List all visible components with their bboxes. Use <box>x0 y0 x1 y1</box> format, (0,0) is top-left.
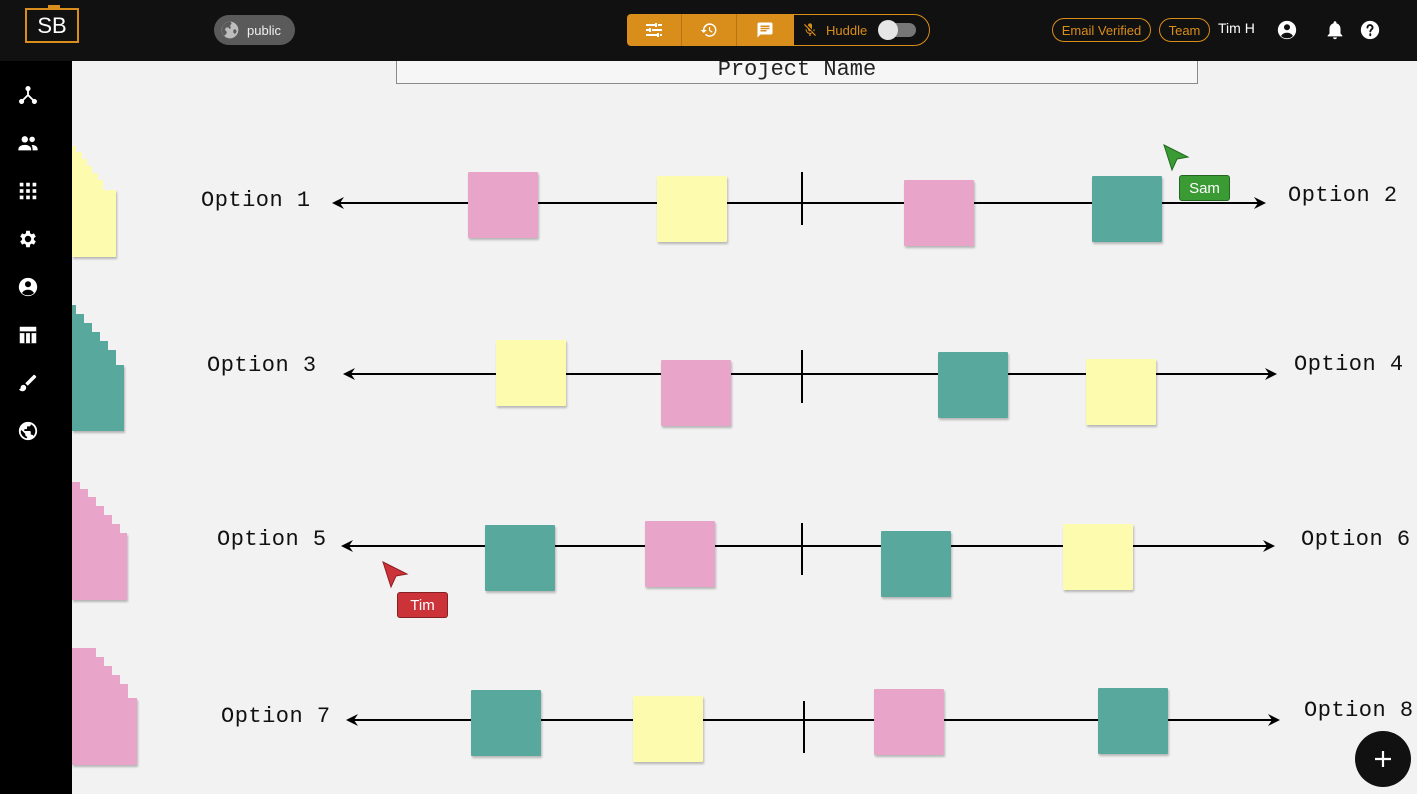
option-label-left-3[interactable]: Option 5 <box>217 527 327 552</box>
toggle-knob <box>878 20 898 40</box>
team-badge[interactable]: Team <box>1159 18 1210 42</box>
sticky-note[interactable] <box>645 521 715 587</box>
cursor-arrow-icon <box>382 561 409 589</box>
email-verified-badge: Email Verified <box>1052 18 1151 42</box>
brush-icon[interactable] <box>17 372 39 394</box>
sticky-note[interactable] <box>471 690 541 756</box>
user-name[interactable]: Tim H <box>1218 20 1255 36</box>
cursor-arrow-icon <box>1163 144 1190 172</box>
option-label-right-3[interactable]: Option 6 <box>1301 527 1411 552</box>
sticky-note[interactable] <box>1086 359 1156 425</box>
sticky-note[interactable] <box>1092 176 1162 242</box>
huddle-toggle[interactable] <box>878 20 916 40</box>
app-logo[interactable]: SB <box>25 8 79 43</box>
cursor-label-tim: Tim <box>397 592 448 618</box>
chat-button[interactable] <box>737 14 792 46</box>
visibility-label: public <box>247 22 281 38</box>
sticky-note[interactable] <box>881 531 951 597</box>
option-label-right-4[interactable]: Option 8 <box>1304 698 1414 723</box>
sticky-note[interactable] <box>468 172 538 238</box>
hierarchy-icon[interactable] <box>17 84 39 106</box>
gear-icon[interactable] <box>17 228 39 250</box>
option-label-right-2[interactable]: Option 4 <box>1294 352 1404 377</box>
globe-icon <box>221 21 239 39</box>
sticky-note[interactable] <box>485 525 555 591</box>
huddle-label: Huddle <box>826 22 868 38</box>
option-label-left-4[interactable]: Option 7 <box>221 704 331 729</box>
globe-icon[interactable] <box>17 420 39 442</box>
spectrum-lines <box>332 172 1280 753</box>
sticky-note[interactable] <box>874 689 944 755</box>
option-label-left-2[interactable]: Option 3 <box>207 353 317 378</box>
add-button[interactable] <box>1355 731 1411 787</box>
account-icon[interactable] <box>17 276 39 298</box>
grid-icon[interactable] <box>17 180 39 202</box>
option-label-right-1[interactable]: Option 2 <box>1288 183 1398 208</box>
mic-off-icon <box>804 23 816 36</box>
sticky-note[interactable] <box>1098 688 1168 754</box>
top-bar: SB public Huddle Email Verified Team Tim… <box>0 0 1417 61</box>
cursor-label-sam: Sam <box>1179 175 1230 201</box>
whiteboard-canvas[interactable]: Project Name Option 1 Option 2 Option 3 … <box>72 61 1417 794</box>
sticky-note[interactable] <box>938 352 1008 418</box>
sticky-note[interactable] <box>496 340 566 406</box>
account-circle-icon[interactable] <box>1276 19 1298 41</box>
sticky-note[interactable] <box>661 360 731 426</box>
sticky-note[interactable] <box>657 176 727 242</box>
settings-sliders-button[interactable] <box>627 14 682 46</box>
history-icon <box>700 23 717 37</box>
plus-icon <box>1375 751 1391 767</box>
people-icon[interactable] <box>17 132 39 154</box>
visibility-toggle[interactable]: public <box>214 15 295 45</box>
chat-icon <box>757 22 772 38</box>
sliders-icon <box>646 23 662 37</box>
bell-icon[interactable] <box>1324 19 1346 41</box>
sidebar <box>0 61 72 794</box>
table-icon[interactable] <box>17 324 39 346</box>
help-icon[interactable] <box>1359 19 1381 41</box>
sticky-note[interactable] <box>633 696 703 762</box>
toolbar-group <box>627 14 793 46</box>
sticky-note[interactable] <box>1063 524 1133 590</box>
huddle-control[interactable]: Huddle <box>793 14 930 46</box>
history-button[interactable] <box>682 14 737 46</box>
sticky-note[interactable] <box>904 180 974 246</box>
option-label-left-1[interactable]: Option 1 <box>201 188 311 213</box>
